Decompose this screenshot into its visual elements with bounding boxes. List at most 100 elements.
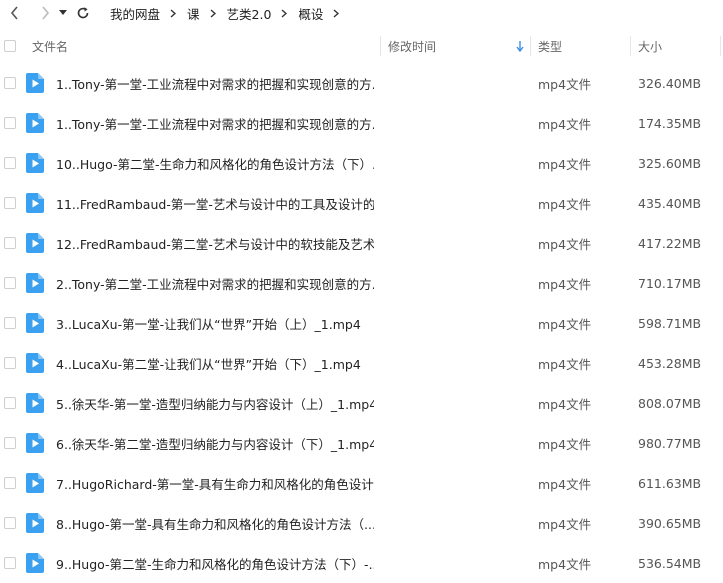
file-row[interactable]: 10..Hugo-第二堂-生命力和风格化的角色设计方法（下）... mp4文件 32… — [0, 143, 723, 183]
file-row[interactable]: 5..徐天华-第一堂-造型归纳能力与内容设计（上）_1.mp4 mp4文件 808.… — [0, 383, 723, 423]
caret-down-icon — [59, 10, 67, 15]
video-file-icon — [26, 313, 44, 333]
video-file-icon — [26, 73, 44, 93]
breadcrumb-item[interactable]: 概设 — [296, 4, 325, 23]
row-checkbox[interactable] — [4, 557, 16, 569]
video-file-icon — [26, 353, 44, 373]
column-modified-label: 修改时间 — [388, 39, 437, 54]
file-size: 417.22MB — [638, 235, 702, 251]
file-row[interactable]: 3..LucaXu-第一堂-让我们从“世界”开始（上）_1.mp4 mp4文件 59… — [0, 303, 723, 343]
row-checkbox[interactable] — [4, 317, 16, 329]
file-name[interactable]: 5..徐天华-第一堂-造型归纳能力与内容设计（上）_1.mp4 — [56, 383, 374, 423]
file-name[interactable]: 10..Hugo-第二堂-生命力和风格化的角色设计方法（下）... — [56, 143, 374, 183]
video-file-icon — [26, 433, 44, 453]
column-name[interactable]: 文件名 — [32, 34, 68, 58]
file-name[interactable]: 11..FredRambaud-第一堂-艺术与设计中的工具及设计的... — [56, 183, 374, 223]
column-divider[interactable] — [630, 36, 631, 56]
file-type: mp4文件 — [538, 316, 592, 332]
file-type: mp4文件 — [538, 156, 592, 172]
file-name[interactable]: 4..LucaXu-第二堂-让我们从“世界”开始（下）_1.mp4 — [56, 343, 361, 383]
refresh-icon — [77, 7, 89, 19]
breadcrumb-item[interactable]: 艺类2.0 — [225, 4, 274, 23]
chevron-right-icon — [170, 8, 177, 18]
row-checkbox[interactable] — [4, 477, 16, 489]
row-checkbox[interactable] — [4, 237, 16, 249]
select-all-checkbox[interactable] — [4, 40, 16, 52]
chevron-right-icon — [281, 8, 288, 18]
file-row[interactable]: 7..HugoRichard-第一堂-具有生命力和风格化的角色设计... mp4文… — [0, 463, 723, 503]
column-size-label: 大小 — [638, 39, 663, 54]
forward-button[interactable] — [34, 2, 56, 24]
file-name[interactable]: 1..Tony-第一堂-工业流程中对需求的把握和实现创意的方... — [56, 63, 374, 103]
video-file-icon — [26, 273, 44, 293]
breadcrumb: 我的网盘 课 艺类2.0 概设 — [108, 4, 348, 23]
file-row[interactable]: 11..FredRambaud-第一堂-艺术与设计中的工具及设计的... mp4文… — [0, 183, 723, 223]
file-size: 611.63MB — [638, 475, 702, 491]
file-row[interactable]: 12..FredRambaud-第二堂-艺术与设计中的软技能及艺术... mp4文… — [0, 223, 723, 263]
row-checkbox[interactable] — [4, 437, 16, 449]
video-file-icon — [26, 153, 44, 173]
file-type: mp4文件 — [538, 516, 592, 532]
file-size: 326.40MB — [638, 75, 702, 91]
file-row[interactable]: 6..徐天华-第二堂-造型归纳能力与内容设计（下）_1.mp4 mp4文件 980.… — [0, 423, 723, 463]
file-size: 435.40MB — [638, 195, 702, 211]
video-file-icon — [26, 473, 44, 493]
file-size: 808.07MB — [638, 395, 702, 411]
column-divider[interactable] — [530, 36, 531, 56]
column-type-label: 类型 — [538, 39, 563, 54]
file-type: mp4文件 — [538, 276, 592, 292]
file-row[interactable]: 4..LucaXu-第二堂-让我们从“世界”开始（下）_1.mp4 mp4文件 45… — [0, 343, 723, 383]
file-type: mp4文件 — [538, 196, 592, 212]
row-checkbox[interactable] — [4, 277, 16, 289]
history-dropdown-button[interactable] — [56, 2, 70, 24]
breadcrumb-item[interactable]: 我的网盘 — [108, 4, 162, 23]
file-row[interactable]: 1..Tony-第一堂-工业流程中对需求的把握和实现创意的方... mp4文件 32… — [0, 63, 723, 103]
row-checkbox[interactable] — [4, 77, 16, 89]
column-divider[interactable] — [380, 36, 381, 56]
breadcrumb-item[interactable]: 课 — [185, 4, 202, 23]
refresh-button[interactable] — [72, 2, 94, 24]
file-type: mp4文件 — [538, 476, 592, 492]
column-modified[interactable]: 修改时间 — [388, 34, 528, 58]
column-divider[interactable] — [720, 36, 721, 56]
row-checkbox[interactable] — [4, 157, 16, 169]
row-checkbox[interactable] — [4, 517, 16, 529]
file-type: mp4文件 — [538, 116, 592, 132]
file-size: 598.71MB — [638, 315, 702, 331]
row-checkbox[interactable] — [4, 117, 16, 129]
file-row[interactable]: 1..Tony-第一堂-工业流程中对需求的把握和实现创意的方... mp4文件 17… — [0, 103, 723, 143]
toolbar: 我的网盘 课 艺类2.0 概设 — [0, 0, 723, 26]
file-size: 980.77MB — [638, 435, 702, 451]
file-type: mp4文件 — [538, 436, 592, 452]
row-checkbox[interactable] — [4, 357, 16, 369]
row-checkbox[interactable] — [4, 197, 16, 209]
file-name[interactable]: 7..HugoRichard-第一堂-具有生命力和风格化的角色设计... — [56, 463, 374, 503]
file-size: 174.35MB — [638, 115, 702, 131]
file-row[interactable]: 9..Hugo-第二堂-生命力和风格化的角色设计方法（下）-... mp4文件 53… — [0, 543, 723, 583]
file-name[interactable]: 12..FredRambaud-第二堂-艺术与设计中的软技能及艺术... — [56, 223, 374, 263]
file-name[interactable]: 6..徐天华-第二堂-造型归纳能力与内容设计（下）_1.mp4 — [56, 423, 374, 463]
video-file-icon — [26, 233, 44, 253]
file-size: 325.60MB — [638, 155, 702, 171]
column-size[interactable]: 大小 — [638, 34, 662, 58]
chevron-right-icon — [42, 6, 50, 20]
sort-desc-arrow-icon — [516, 40, 524, 52]
chevron-right-icon — [210, 8, 216, 18]
file-type: mp4文件 — [538, 356, 592, 372]
file-type: mp4文件 — [538, 236, 592, 252]
file-row[interactable]: 2..Tony-第二堂-工业流程中对需求的把握和实现创意的方... mp4文件 71… — [0, 263, 723, 303]
file-name[interactable]: 3..LucaXu-第一堂-让我们从“世界”开始（上）_1.mp4 — [56, 303, 361, 343]
back-button[interactable] — [4, 2, 26, 24]
file-type: mp4文件 — [538, 396, 592, 412]
file-name[interactable]: 1..Tony-第一堂-工业流程中对需求的把握和实现创意的方... — [56, 103, 374, 143]
row-checkbox[interactable] — [4, 397, 16, 409]
file-size: 453.28MB — [638, 355, 702, 371]
file-name[interactable]: 2..Tony-第二堂-工业流程中对需求的把握和实现创意的方... — [56, 263, 374, 303]
chevron-right-icon — [333, 8, 340, 18]
file-name[interactable]: 8..Hugo-第一堂-具有生命力和风格化的角色设计方法（... — [56, 503, 374, 543]
file-list-header: 文件名 修改时间 类型 大小 — [0, 34, 723, 58]
file-size: 536.54MB — [638, 555, 702, 571]
file-name[interactable]: 9..Hugo-第二堂-生命力和风格化的角色设计方法（下）-... — [56, 543, 374, 583]
file-row[interactable]: 8..Hugo-第一堂-具有生命力和风格化的角色设计方法（... mp4文件 390… — [0, 503, 723, 543]
column-type[interactable]: 类型 — [538, 34, 562, 58]
